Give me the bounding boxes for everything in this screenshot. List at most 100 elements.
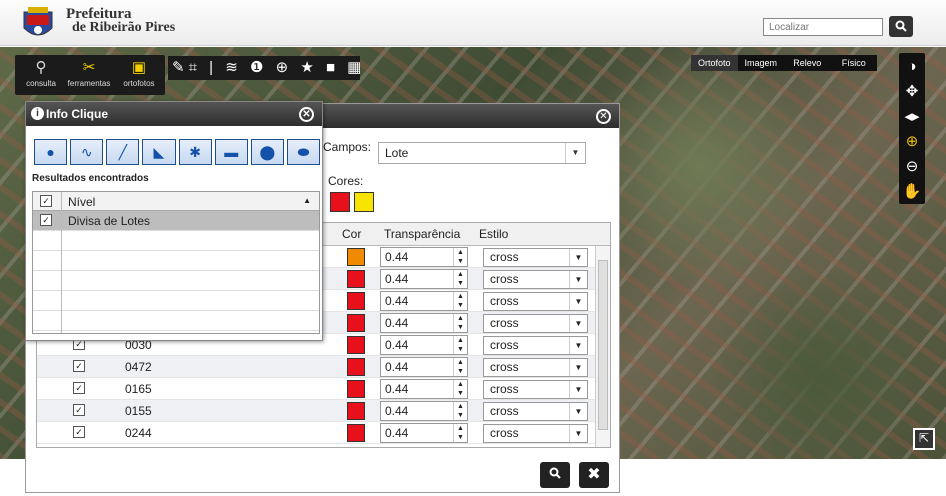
campos-select[interactable]: Lote ▼ <box>378 142 586 164</box>
tools-icon: ✂ <box>82 59 96 76</box>
info-titlebar: i Info Clique ✕ <box>26 102 322 126</box>
style-select[interactable]: cross ▼ <box>483 424 588 443</box>
color-swatch-yellow[interactable] <box>354 192 374 212</box>
transparency-spinner[interactable]: 0.44 ▲ ▼ <box>380 401 468 421</box>
search-button[interactable] <box>889 16 913 37</box>
row-checkbox[interactable]: ✓ <box>73 404 85 416</box>
search-input[interactable] <box>763 18 883 36</box>
color-swatch-red[interactable] <box>330 192 350 212</box>
spinner-arrows-icon[interactable]: ▲ ▼ <box>453 270 467 288</box>
hand-icon[interactable]: ✋ <box>899 181 925 203</box>
layer-ortofoto[interactable]: Ortofoto <box>691 55 738 71</box>
zoom-in-icon[interactable]: ⊕ <box>899 131 925 153</box>
polyline-tool-icon[interactable]: ∿ <box>70 139 104 165</box>
table-scrollbar[interactable] <box>595 246 610 447</box>
style-select[interactable]: cross ▼ <box>483 336 588 355</box>
chevron-down-icon: ▼ <box>569 271 587 288</box>
ferramentas-button[interactable]: ✂ ferramentas <box>65 58 113 88</box>
transparency-spinner[interactable]: 0.44 ▲ ▼ <box>380 269 468 289</box>
transparency-spinner[interactable]: 0.44 ▲ ▼ <box>380 291 468 311</box>
circle-tool-icon[interactable]: ⬤ <box>250 139 284 165</box>
row-checkbox[interactable]: ✓ <box>73 382 85 394</box>
empty-row <box>33 311 319 331</box>
rectangle-tool-icon[interactable]: ▬ <box>214 139 248 165</box>
spinner-arrows-icon[interactable]: ▲ ▼ <box>453 314 467 332</box>
style-value: cross <box>490 250 519 264</box>
search-button[interactable] <box>540 462 570 488</box>
ortofotos-button[interactable]: ▣ ortofotos <box>115 58 163 88</box>
left-right-icon[interactable]: ◂▸ <box>899 106 925 128</box>
pan-arrows-icon[interactable]: ✥ <box>899 81 925 103</box>
select-all-checkbox[interactable]: ✓ <box>40 195 52 207</box>
chevron-down-icon: ▼ <box>569 359 587 376</box>
row-color-swatch[interactable] <box>347 380 365 398</box>
line-tool-icon[interactable]: ╱ <box>106 139 140 165</box>
row-color-swatch[interactable] <box>347 292 365 310</box>
row-checkbox[interactable]: ✓ <box>40 214 52 226</box>
spinner-arrows-icon[interactable]: ▲ ▼ <box>453 292 467 310</box>
spinner-arrows-icon[interactable]: ▲ ▼ <box>453 358 467 376</box>
row-checkbox[interactable]: ✓ <box>73 360 85 372</box>
ellipse-tool-icon[interactable]: ⬬ <box>286 139 320 165</box>
search-icon <box>895 20 907 32</box>
chevron-down-icon: ▼ <box>565 143 585 163</box>
transparency-spinner[interactable]: 0.44 ▲ ▼ <box>380 379 468 399</box>
spinner-arrows-icon[interactable]: ▲ ▼ <box>453 248 467 266</box>
tools-strip[interactable]: ✎⌗ | ≋ ❶ ⊕ ★ ■ ▦ <box>168 56 361 80</box>
result-row[interactable]: ✓ Divisa de Lotes <box>33 211 319 231</box>
style-select[interactable]: cross ▼ <box>483 248 588 267</box>
fullscreen-icon[interactable]: ⇱ <box>913 428 935 450</box>
campos-value: Lote <box>385 146 409 160</box>
transparency-spinner[interactable]: 0.44 ▲ ▼ <box>380 335 468 355</box>
style-select[interactable]: cross ▼ <box>483 314 588 333</box>
style-select[interactable]: cross ▼ <box>483 358 588 377</box>
empty-row <box>33 231 319 251</box>
city-crest-logo <box>23 7 53 36</box>
style-value: cross <box>490 404 519 418</box>
spinner-arrows-icon[interactable]: ▲ ▼ <box>453 336 467 354</box>
close-button[interactable]: ✖ <box>579 462 609 488</box>
results-table: ✓ Nível ▲ ✓ Divisa de Lotes <box>32 191 320 334</box>
row-color-swatch[interactable] <box>347 248 365 266</box>
spinner-arrows-icon[interactable]: ▲ ▼ <box>453 424 467 442</box>
row-color-swatch[interactable] <box>347 424 365 442</box>
globe-icon[interactable]: ◑ <box>899 56 925 78</box>
layer-imagem[interactable]: Imagem <box>738 55 785 71</box>
row-checkbox[interactable]: ✓ <box>73 426 85 438</box>
transparency-spinner[interactable]: 0.44 ▲ ▼ <box>380 357 468 377</box>
style-value: cross <box>490 426 519 440</box>
close-icon[interactable]: ✕ <box>596 109 611 124</box>
transparency-value: 0.44 <box>385 338 409 352</box>
layer-fisico[interactable]: Físico <box>831 55 878 71</box>
col-estilo: Estilo <box>479 227 509 241</box>
transparency-value: 0.44 <box>385 404 409 418</box>
transparency-value: 0.44 <box>385 382 409 396</box>
row-color-swatch[interactable] <box>347 314 365 332</box>
spinner-arrows-icon[interactable]: ▲ ▼ <box>453 380 467 398</box>
row-color-swatch[interactable] <box>347 358 365 376</box>
point-tool-icon[interactable]: ● <box>34 139 68 165</box>
empty-row <box>33 251 319 271</box>
table-row: ✓ 0472 0.44 ▲ ▼ cross ▼ <box>37 356 610 378</box>
sort-up-icon[interactable]: ▲ <box>303 196 311 205</box>
close-icon[interactable]: ✕ <box>299 107 314 122</box>
freehand-tool-icon[interactable]: ✱ <box>178 139 212 165</box>
style-select[interactable]: cross ▼ <box>483 292 588 311</box>
transparency-spinner[interactable]: 0.44 ▲ ▼ <box>380 313 468 333</box>
style-select[interactable]: cross ▼ <box>483 270 588 289</box>
style-select[interactable]: cross ▼ <box>483 380 588 399</box>
col-transparencia: Transparência <box>384 227 461 241</box>
consulta-button[interactable]: ⚲ consulta <box>17 58 65 88</box>
scroll-thumb[interactable] <box>598 260 608 430</box>
chevron-down-icon: ▼ <box>569 425 587 442</box>
transparency-spinner[interactable]: 0.44 ▲ ▼ <box>380 247 468 267</box>
row-color-swatch[interactable] <box>347 336 365 354</box>
row-color-swatch[interactable] <box>347 270 365 288</box>
layer-relevo[interactable]: Relevo <box>784 55 831 71</box>
style-select[interactable]: cross ▼ <box>483 402 588 421</box>
polygon-tool-icon[interactable]: ◣ <box>142 139 176 165</box>
spinner-arrows-icon[interactable]: ▲ ▼ <box>453 402 467 420</box>
transparency-spinner[interactable]: 0.44 ▲ ▼ <box>380 423 468 443</box>
row-color-swatch[interactable] <box>347 402 365 420</box>
zoom-out-icon[interactable]: ⊖ <box>899 156 925 178</box>
